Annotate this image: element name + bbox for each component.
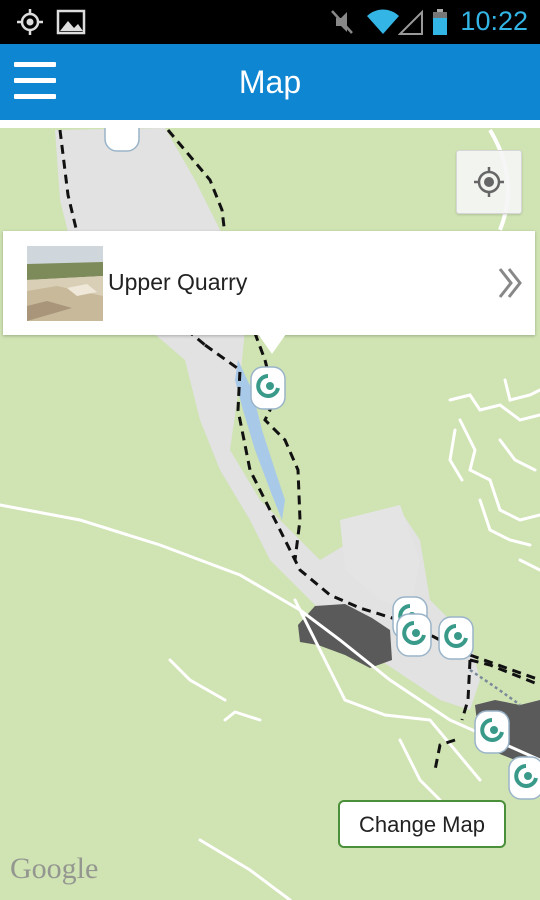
trail-marker-icon[interactable] xyxy=(474,710,510,754)
trail-marker-icon[interactable] xyxy=(104,128,140,152)
my-location-button[interactable] xyxy=(456,150,522,214)
trail-marker-icon[interactable] xyxy=(250,366,286,410)
mute-icon xyxy=(331,10,353,34)
wifi-icon xyxy=(367,9,399,34)
battery-icon xyxy=(433,9,447,35)
place-name: Upper Quarry xyxy=(108,269,248,295)
place-thumbnail xyxy=(27,246,103,321)
trail-marker-icon[interactable] xyxy=(508,756,540,800)
image-icon xyxy=(56,9,86,35)
place-info-window[interactable]: Upper Quarry xyxy=(3,231,535,335)
info-window-pointer xyxy=(258,334,286,354)
page-title: Map xyxy=(238,64,302,100)
trail-marker-icon[interactable] xyxy=(438,616,474,660)
clock: 10:22 xyxy=(460,6,528,36)
double-chevron-right-icon[interactable] xyxy=(497,265,523,301)
change-map-button[interactable]: Change Map xyxy=(338,800,506,848)
app-bar-divider xyxy=(0,120,540,128)
status-bar: 10:22 xyxy=(0,0,540,44)
trail-marker-icon[interactable] xyxy=(396,613,432,657)
app-bar: Map xyxy=(0,44,540,120)
google-attribution: Google xyxy=(10,852,99,885)
my-location-icon xyxy=(474,167,504,197)
location-icon xyxy=(17,9,43,35)
signal-icon xyxy=(398,9,423,35)
